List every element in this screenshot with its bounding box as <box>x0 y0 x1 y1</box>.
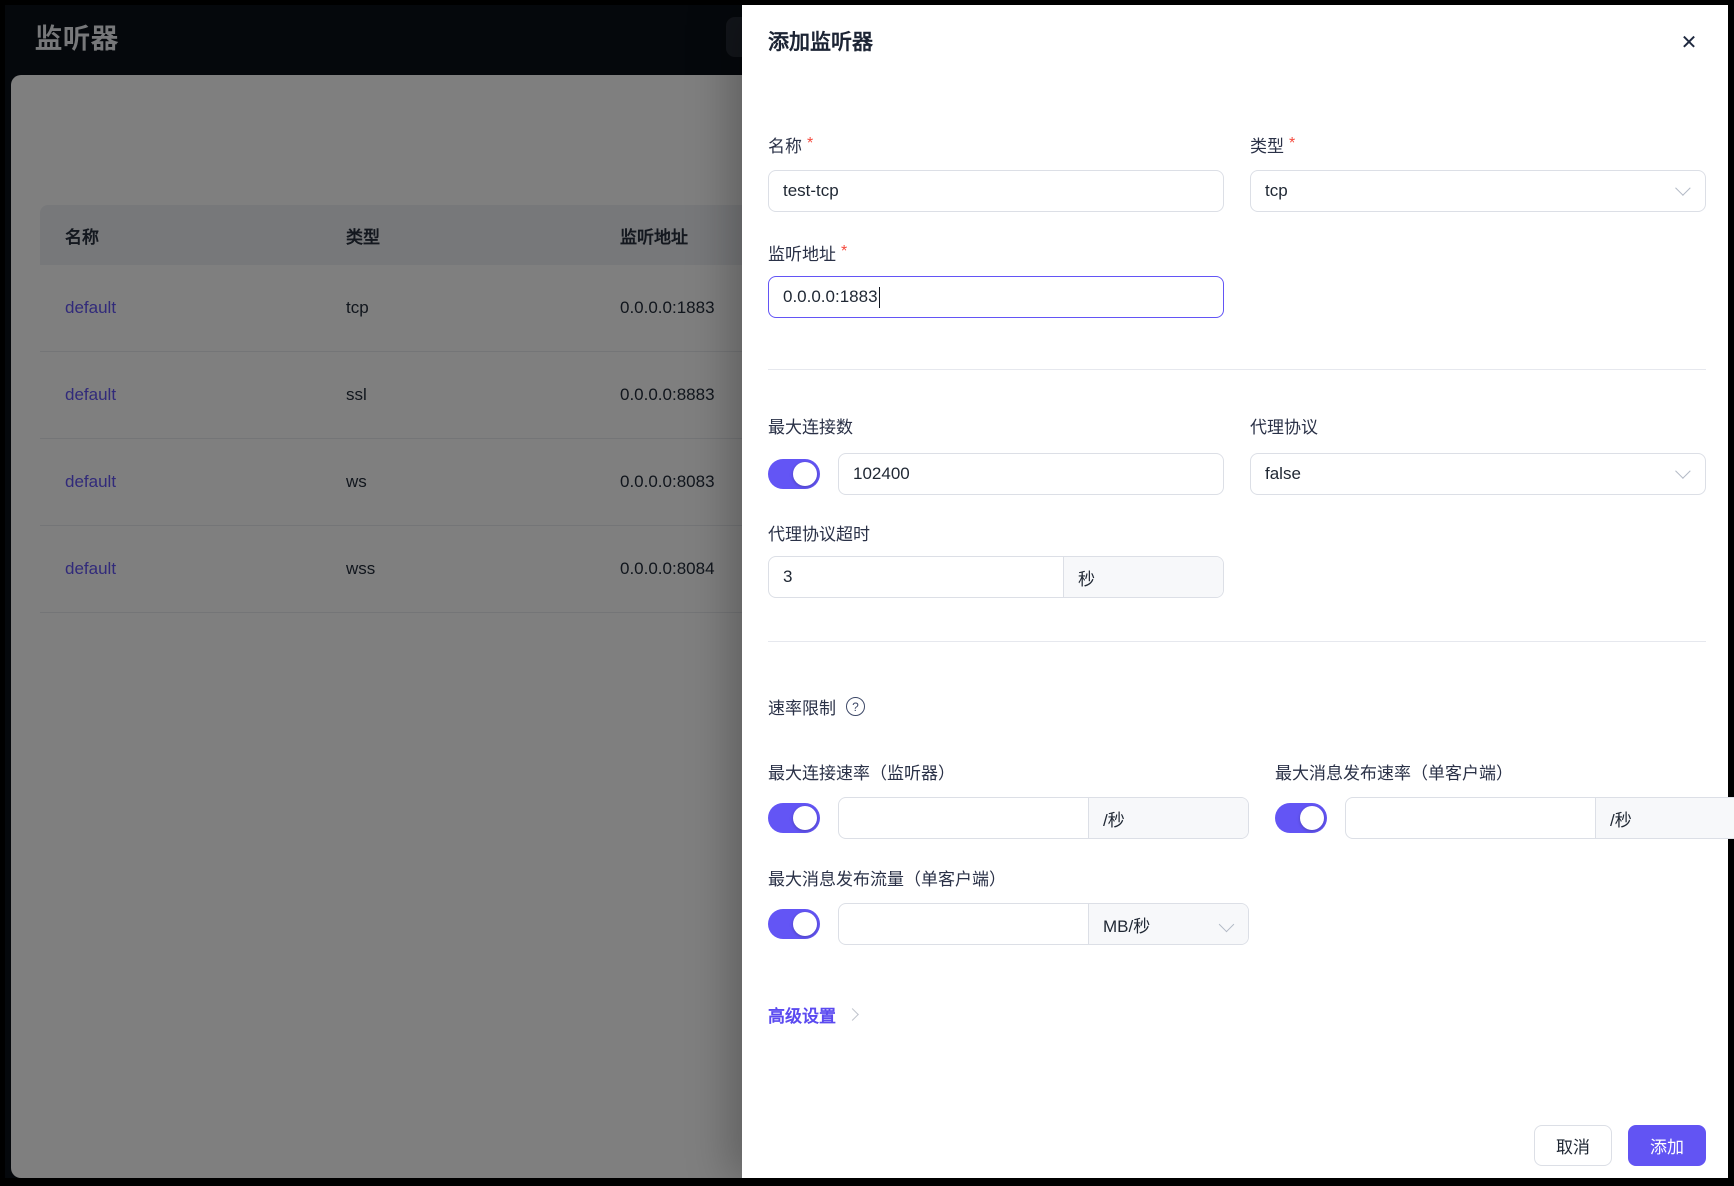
proxy-timeout-unit: 秒 <box>1063 557 1223 597</box>
app-root: 监听器 名称 类型 监听地址 default tcp 0.0.0.0:1883 … <box>0 0 1734 1186</box>
max-conn-rate-group: /秒 <box>838 797 1249 839</box>
max-connections-input[interactable] <box>838 453 1224 495</box>
rate-limit-section-label: 速率限制 ? <box>768 694 1706 719</box>
max-conn-rate-label: 最大连接速率（监听器） <box>768 763 955 783</box>
max-conn-rate-input[interactable] <box>839 798 1088 838</box>
bind-address-value: 0.0.0.0:1883 <box>783 287 878 306</box>
type-select[interactable]: tcp <box>1250 170 1706 212</box>
field-type: 类型 * tcp <box>1250 132 1706 212</box>
max-pub-rate-input[interactable] <box>1346 798 1595 838</box>
required-mark: * <box>841 243 848 260</box>
max-connections-label: 最大连接数 <box>768 417 853 437</box>
proxy-timeout-group: 秒 <box>768 556 1224 598</box>
field-bind-address: 监听地址 * 0.0.0.0:1883 <box>768 240 1224 318</box>
max-pub-traffic-unit-select[interactable]: MB/秒 <box>1088 904 1248 944</box>
drawer-content: 添加监听器 ✕ 名称* 类型* tcp <box>742 5 1734 1178</box>
section-divider <box>768 369 1706 370</box>
max-pub-traffic-toggle[interactable] <box>768 909 820 939</box>
max-conn-rate-toggle[interactable] <box>768 803 820 833</box>
max-pub-traffic-label: 最大消息发布流量（单客户端） <box>768 869 1006 889</box>
type-label: 类型 * <box>1250 135 1296 156</box>
proxy-protocol-select[interactable]: false <box>1250 453 1706 495</box>
proxy-timeout-label: 代理协议超时 <box>768 524 870 544</box>
max-pub-rate-label: 最大消息发布速率（单客户端） <box>1275 763 1513 783</box>
field-max-pub-traffic: 最大消息发布流量（单客户端） MB/秒 <box>768 865 1249 945</box>
add-button[interactable]: 添加 <box>1628 1125 1706 1166</box>
add-listener-drawer: 添加监听器 ✕ 名称* 类型* tcp <box>742 5 1734 1178</box>
field-name: 名称 * <box>768 132 1224 212</box>
close-icon[interactable]: ✕ <box>1676 29 1702 55</box>
drawer-title: 添加监听器 <box>768 31 873 54</box>
type-select-value: tcp <box>1265 181 1288 200</box>
chevron-right-icon <box>846 1008 859 1021</box>
section-divider <box>768 641 1706 642</box>
bind-address-label: 监听地址 * <box>768 243 848 264</box>
proxy-protocol-value: false <box>1265 464 1301 483</box>
chevron-down-icon <box>1675 180 1691 196</box>
bind-address-input[interactable]: 0.0.0.0:1883 <box>768 276 1224 318</box>
required-mark: * <box>1289 135 1296 152</box>
max-pub-rate-group: /秒 <box>1345 797 1734 839</box>
field-proxy-timeout: 代理协议超时 秒 <box>768 520 1224 598</box>
field-max-conn-rate: 最大连接速率（监听器） /秒 <box>768 759 1249 839</box>
chevron-down-icon <box>1675 463 1691 479</box>
toggle-knob <box>793 462 817 486</box>
cancel-button[interactable]: 取消 <box>1534 1125 1612 1166</box>
toggle-knob <box>793 806 817 830</box>
advanced-settings-link[interactable]: 高级设置 <box>768 1002 859 1027</box>
help-icon[interactable]: ? <box>846 697 865 716</box>
toggle-knob <box>1300 806 1324 830</box>
required-mark: * <box>807 135 814 152</box>
max-conn-rate-unit: /秒 <box>1088 798 1248 838</box>
toggle-knob <box>793 912 817 936</box>
max-pub-rate-unit: /秒 <box>1595 798 1734 838</box>
max-pub-traffic-group: MB/秒 <box>838 903 1249 945</box>
name-input[interactable] <box>768 170 1224 212</box>
proxy-protocol-label: 代理协议 <box>1250 417 1318 437</box>
max-pub-rate-toggle[interactable] <box>1275 803 1327 833</box>
text-caret <box>878 286 881 308</box>
proxy-timeout-input[interactable] <box>769 557 1063 597</box>
drawer-footer: 取消 添加 <box>1534 1125 1706 1166</box>
name-label: 名称 * <box>768 135 814 156</box>
field-max-connections: 最大连接数 <box>768 413 1224 495</box>
field-max-pub-rate: 最大消息发布速率（单客户端） /秒 <box>1275 759 1734 839</box>
max-connections-toggle[interactable] <box>768 459 820 489</box>
field-proxy-protocol: 代理协议 false <box>1250 413 1706 495</box>
max-pub-traffic-input[interactable] <box>839 904 1088 944</box>
chevron-down-icon <box>1218 916 1235 932</box>
